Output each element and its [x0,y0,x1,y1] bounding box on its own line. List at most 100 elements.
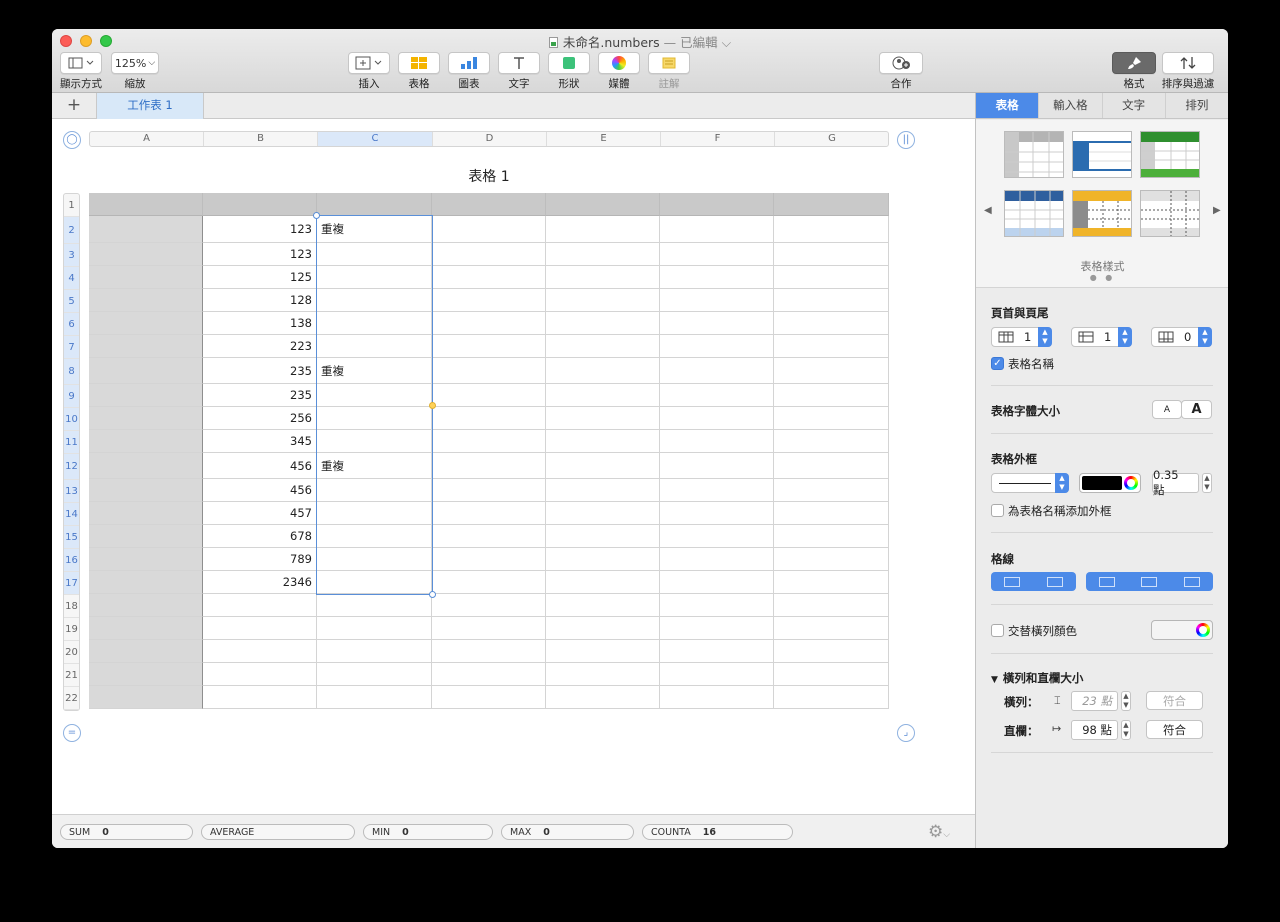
cell-e15[interactable] [546,525,660,548]
row-header-4[interactable]: 4 [64,267,79,290]
cell-a3[interactable] [89,243,203,266]
cell-f22[interactable] [660,686,774,709]
cell-c22[interactable] [317,686,432,709]
row-header-14[interactable]: 14 [64,503,79,526]
cell-b17[interactable]: 2346 [203,571,317,594]
column-header-b[interactable]: B [204,132,318,146]
add-column-handle[interactable]: || [897,131,915,149]
cell-c21[interactable] [317,663,432,686]
media-button[interactable] [598,52,640,74]
table-style-navy[interactable] [1004,190,1064,237]
cell-a11[interactable] [89,430,203,453]
increase-font-button[interactable]: A [1181,400,1212,419]
column-header-c[interactable]: C [318,132,433,146]
cell-b10[interactable]: 256 [203,407,317,430]
cell-a4[interactable] [89,266,203,289]
outline-style-select[interactable]: ▲ ▼ [991,473,1069,493]
vertical-gridlines-icon[interactable] [1046,576,1063,587]
cell-a8[interactable] [89,358,203,384]
outline-width-field[interactable]: 0.35 點 [1152,468,1199,497]
text-button[interactable] [498,52,540,74]
alternate-row-color-well[interactable] [1151,620,1213,640]
cell-d5[interactable] [432,289,546,312]
cell-e6[interactable] [546,312,660,335]
cell-e13[interactable] [546,479,660,502]
cell-e4[interactable] [546,266,660,289]
zoom-select[interactable]: 125% ⌵ [111,52,159,74]
cell-c17[interactable] [317,571,432,594]
outline-width-stepper[interactable]: ▲ ▼ [1202,473,1212,493]
cell-c6[interactable] [317,312,432,335]
horizontal-gridlines-icon[interactable] [1004,576,1021,587]
cell-f7[interactable] [660,335,774,358]
row-header-16[interactable]: 16 [64,549,79,572]
row-height-field[interactable]: 23 點 [1071,691,1118,711]
cell-e19[interactable] [546,617,660,640]
row-header-12[interactable]: 12 [64,454,79,480]
row-header-22[interactable]: 22 [64,687,79,710]
column-header-f[interactable]: F [661,132,775,146]
cell-c7[interactable] [317,335,432,358]
cell-e1[interactable] [546,193,660,216]
cell-b16[interactable]: 789 [203,548,317,571]
cell-b11[interactable]: 345 [203,430,317,453]
max-summary[interactable]: MAX 0 [501,824,634,840]
cell-b9[interactable]: 235 [203,384,317,407]
decrease-font-button[interactable]: A [1152,400,1182,419]
cell-d15[interactable] [432,525,546,548]
cell-b15[interactable]: 678 [203,525,317,548]
cell-g6[interactable] [774,312,889,335]
row-header-13[interactable]: 13 [64,480,79,503]
cell-f9[interactable] [660,384,774,407]
cell-b21[interactable] [203,663,317,686]
cell-g19[interactable] [774,617,889,640]
row-header-9[interactable]: 9 [64,385,79,408]
outline-color-well[interactable] [1079,473,1141,493]
cell-g13[interactable] [774,479,889,502]
min-summary[interactable]: MIN 0 [363,824,493,840]
tab-arrange[interactable]: 排列 [1165,93,1228,118]
cell-b13[interactable]: 456 [203,479,317,502]
cell-a18[interactable] [89,594,203,617]
selection-top-handle[interactable] [313,212,320,219]
selection-bottom-handle[interactable] [429,591,436,598]
cell-a6[interactable] [89,312,203,335]
cell-d9[interactable] [432,384,546,407]
table-button[interactable] [398,52,440,74]
cell-g2[interactable] [774,216,889,243]
row-header-5[interactable]: 5 [64,290,79,313]
cell-d3[interactable] [432,243,546,266]
cell-g8[interactable] [774,358,889,384]
row-header-18[interactable]: 18 [64,595,79,618]
cell-f19[interactable] [660,617,774,640]
table-style-green[interactable] [1140,131,1200,178]
cell-g22[interactable] [774,686,889,709]
cell-f5[interactable] [660,289,774,312]
prev-styles-icon[interactable]: ◀ [984,205,992,216]
table-title[interactable]: 表格 1 [89,166,889,186]
cell-e14[interactable] [546,502,660,525]
cell-d13[interactable] [432,479,546,502]
cell-d6[interactable] [432,312,546,335]
fit-row-button[interactable]: 符合 [1146,691,1203,710]
cell-a22[interactable] [89,686,203,709]
cell-c18[interactable] [317,594,432,617]
tab-table[interactable]: 表格 [976,93,1040,118]
cell-d8[interactable] [432,358,546,384]
cell-c4[interactable] [317,266,432,289]
cell-e3[interactable] [546,243,660,266]
average-summary[interactable]: AVERAGE [201,824,355,840]
tab-cell[interactable]: 輸入格 [1039,93,1103,118]
cell-b14[interactable]: 457 [203,502,317,525]
cell-c1[interactable] [317,193,432,216]
cell-g4[interactable] [774,266,889,289]
cell-d21[interactable] [432,663,546,686]
cell-c9[interactable] [317,384,432,407]
row-header-1[interactable]: 1 [64,194,79,217]
header-columns-stepper[interactable]: 1 ▲ ▼ [1071,327,1132,347]
cell-g10[interactable] [774,407,889,430]
cell-e22[interactable] [546,686,660,709]
resize-table-handle[interactable]: ⌟ [897,724,915,742]
cell-e5[interactable] [546,289,660,312]
cell-g14[interactable] [774,502,889,525]
